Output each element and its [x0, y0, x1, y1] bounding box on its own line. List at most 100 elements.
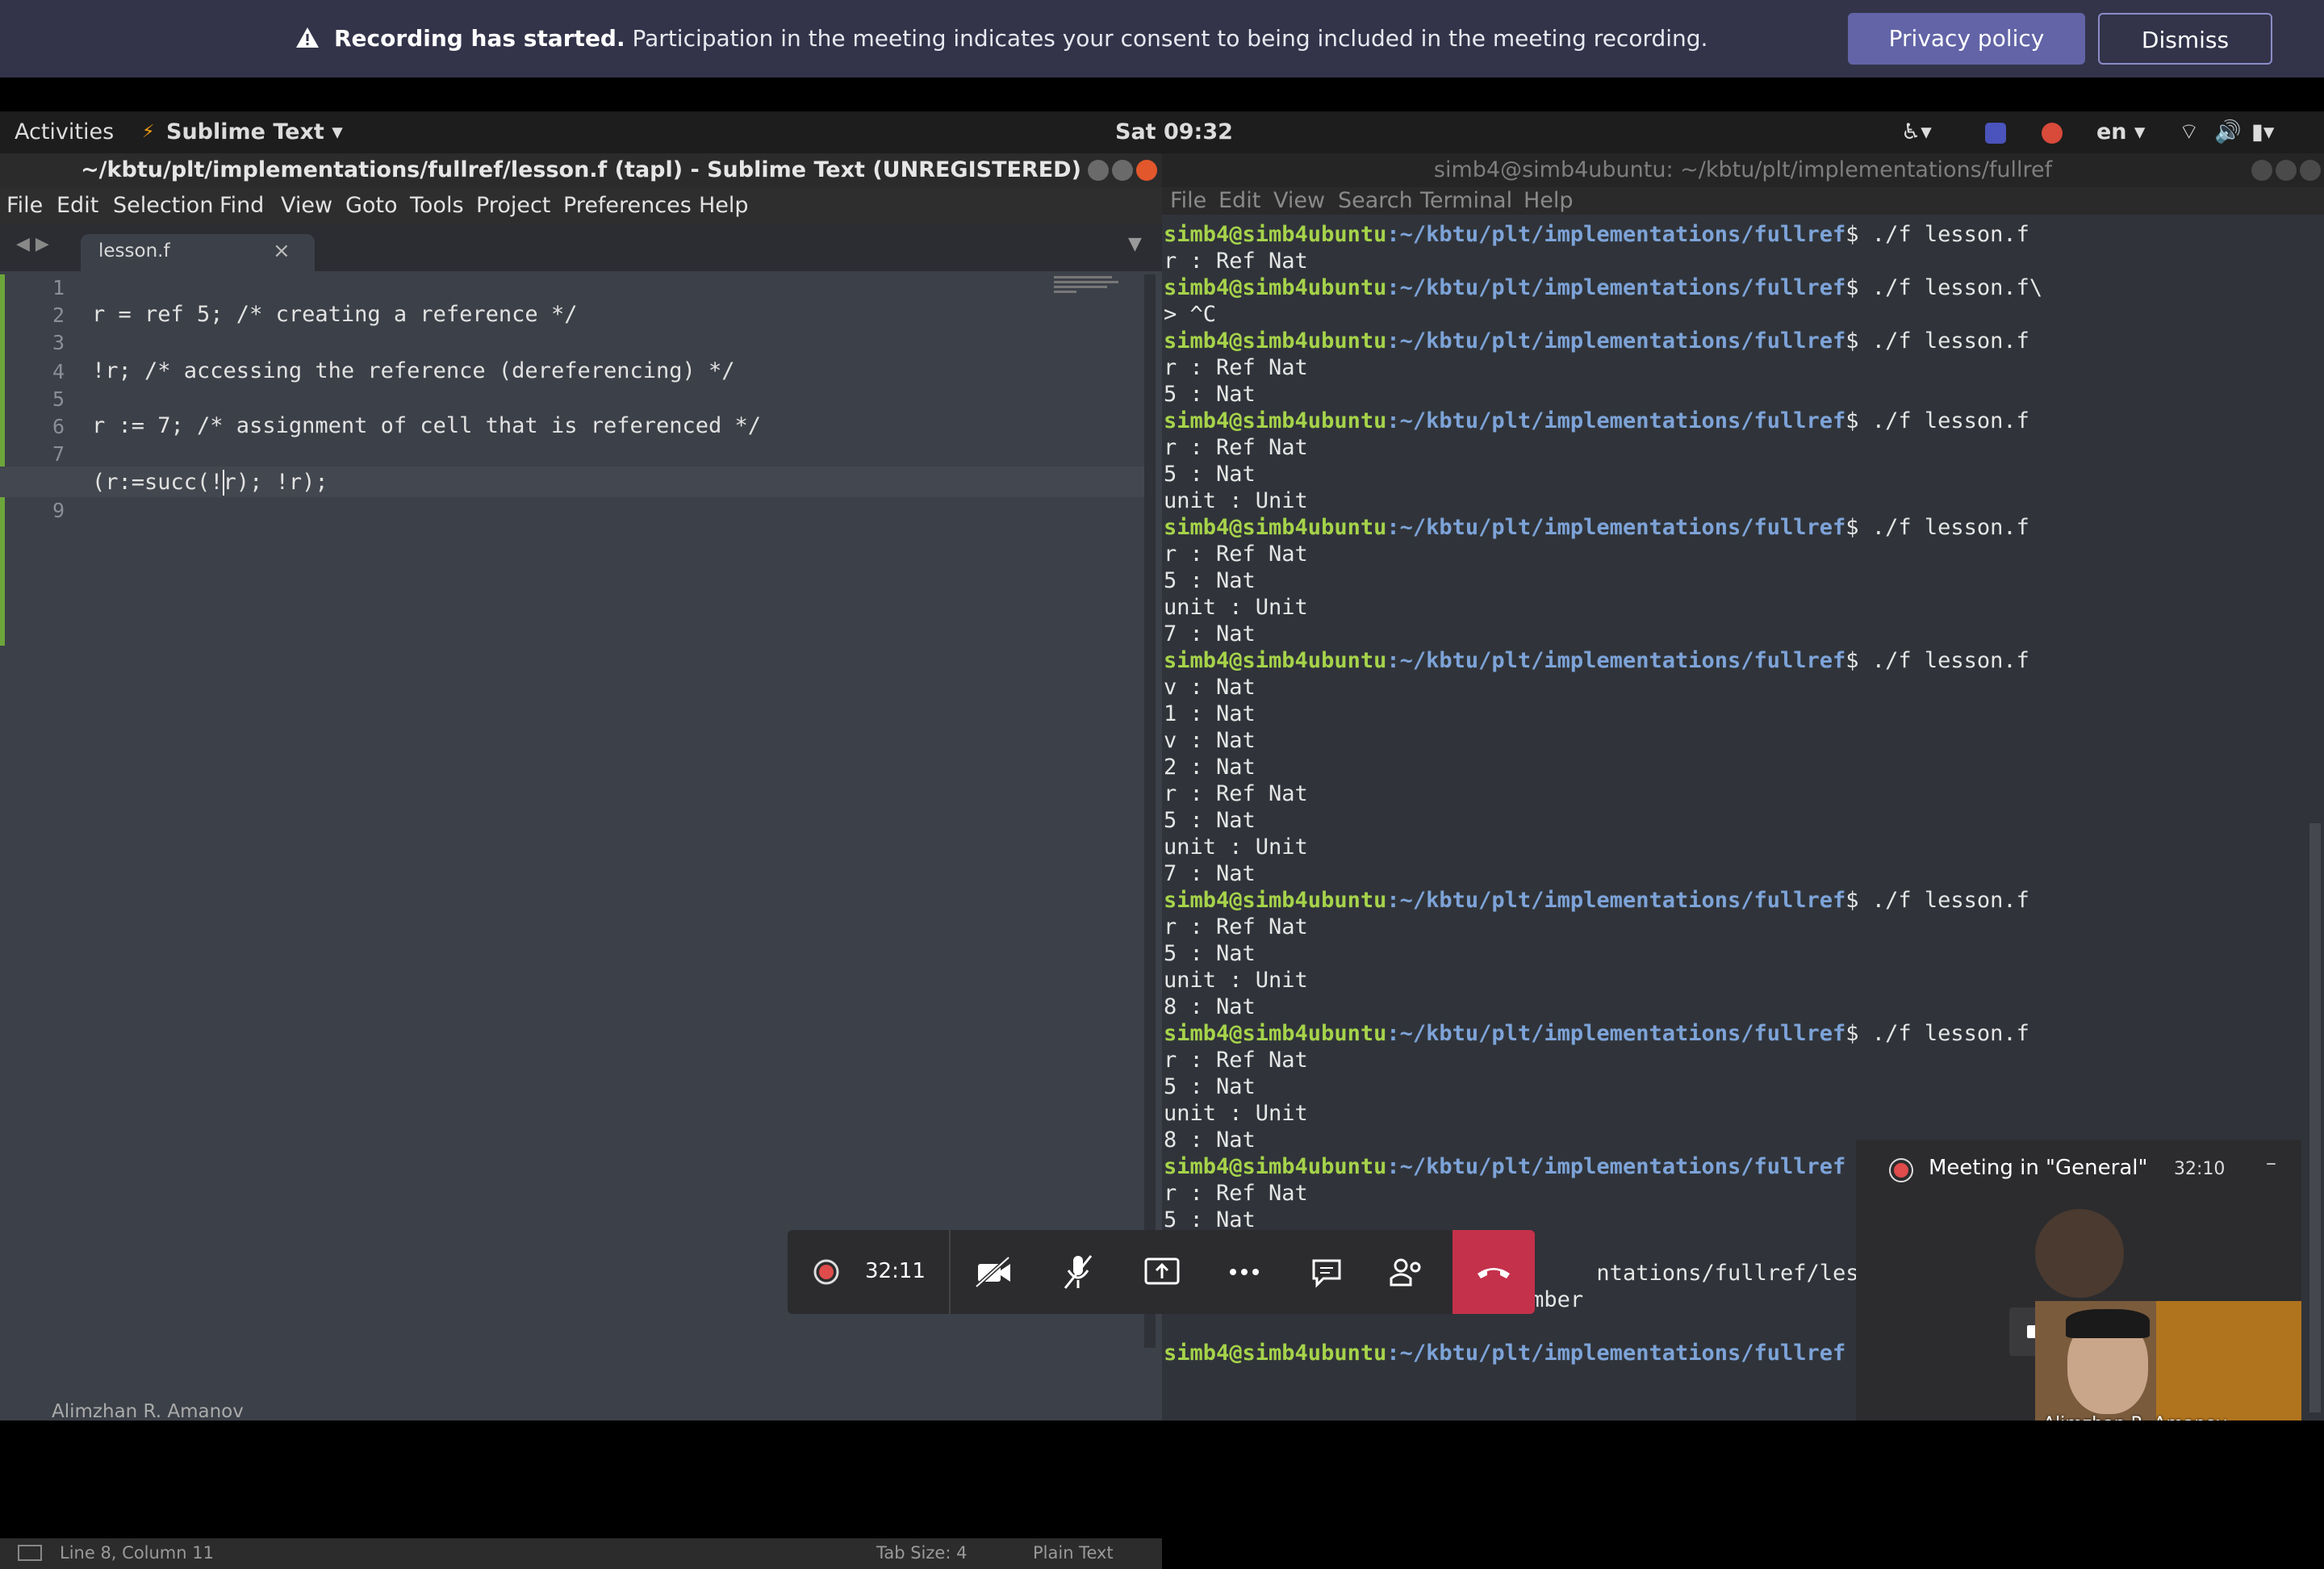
meeting-title: Meeting in "General"	[1929, 1156, 2148, 1180]
prompt-user: simb4@simb4ubuntu	[1164, 408, 1387, 433]
menu-tools[interactable]: Tools	[410, 192, 464, 220]
terminal-title-bar: simb4@simb4ubuntu: ~/kbtu/plt/implementa…	[1162, 153, 2324, 187]
participants-icon[interactable]	[1381, 1246, 1433, 1298]
wifi-icon[interactable]: ⌔	[2179, 119, 2199, 145]
prompt-path: :~/kbtu/plt/implementations/fullref	[1386, 1021, 1846, 1046]
terminal-output-line: r : Ref Nat	[1164, 249, 1308, 274]
minimize-icon[interactable]	[2251, 160, 2272, 181]
battery-icon[interactable]: ▮▾	[2251, 119, 2274, 145]
code-line[interactable]: r := 7; /* assignment of cell that is re…	[92, 413, 761, 438]
prompt-user: simb4@simb4ubuntu	[1164, 1341, 1387, 1366]
git-gutter-marker	[0, 274, 5, 646]
tab-dropdown-icon[interactable]: ▼	[1128, 234, 1142, 254]
minimap-line	[1054, 276, 1112, 278]
close-icon[interactable]	[1136, 160, 1157, 181]
volume-icon[interactable]: 🔊	[2214, 119, 2242, 145]
meeting-mini-window: Meeting in "General" 32:10 – Alimzhan R.…	[1856, 1140, 2301, 1438]
call-control-bar: 32:11	[788, 1230, 1535, 1314]
dismiss-button[interactable]: Dismiss	[2098, 13, 2272, 65]
share-screen-icon[interactable]	[1136, 1246, 1188, 1298]
close-icon[interactable]	[2300, 160, 2321, 181]
tab-size[interactable]: Tab Size: 4	[876, 1543, 967, 1563]
code-line[interactable]: !r; /* accessing the reference (derefere…	[92, 358, 735, 383]
menu-help[interactable]: Help	[699, 192, 749, 220]
line-number: 5	[52, 387, 65, 411]
menu-file[interactable]: File	[1170, 187, 1206, 215]
menu-project[interactable]: Project	[476, 192, 550, 220]
tab-nav-arrows-icon[interactable]: ◀ ▶	[16, 234, 49, 254]
more-options-icon[interactable]	[1218, 1246, 1270, 1298]
terminal-scrollbar[interactable]	[2309, 823, 2321, 1412]
minimize-icon[interactable]: –	[2266, 1151, 2276, 1175]
tab-close-icon[interactable]: ×	[273, 239, 290, 263]
chrome-tray-icon[interactable]	[2042, 123, 2063, 144]
microphone-off-icon[interactable]	[1052, 1246, 1104, 1298]
text-cursor	[223, 470, 224, 496]
menu-find[interactable]: Find	[219, 192, 264, 220]
vertical-scrollbar[interactable]	[1144, 274, 1156, 1348]
clock[interactable]: Sat 09:32	[1115, 119, 1233, 145]
prompt-command: $ ./f lesson.f	[1845, 648, 2029, 673]
prompt-user: simb4@simb4ubuntu	[1164, 888, 1387, 913]
terminal-output-line: r : Ref Nat	[1164, 781, 1308, 806]
menu-preferences[interactable]: Preferences	[563, 192, 692, 220]
teams-tray-icon[interactable]	[1985, 123, 2006, 144]
accessibility-icon[interactable]: ♿▾	[1901, 119, 1932, 145]
prompt-path: :~/kbtu/plt/implementations/fullref	[1386, 888, 1846, 913]
menu-edit[interactable]: Edit	[56, 192, 98, 220]
activities-button[interactable]: Activities	[15, 119, 114, 145]
meeting-timer: 32:10	[2174, 1159, 2226, 1179]
recording-indicator-icon	[813, 1259, 839, 1285]
call-timer: 32:11	[865, 1259, 926, 1283]
sublime-title-bar: ~/kbtu/plt/implementations/fullref/lesso…	[0, 153, 1162, 187]
terminal-output-line: r : Ref Nat	[1164, 1181, 1308, 1206]
banner-text: Participation in the meeting indicates y…	[632, 25, 1708, 52]
maximize-icon[interactable]	[2276, 160, 2297, 181]
panel-toggle-icon[interactable]	[18, 1545, 42, 1561]
terminal-output-line: v : Nat	[1164, 728, 1256, 753]
maximize-icon[interactable]	[1112, 160, 1133, 181]
menu-search[interactable]: Search	[1338, 187, 1413, 215]
prompt-command: $ ./f lesson.f	[1845, 515, 2029, 540]
hang-up-button[interactable]	[1452, 1230, 1535, 1314]
prompt-user: simb4@simb4ubuntu	[1164, 648, 1387, 673]
chat-icon[interactable]	[1301, 1246, 1352, 1298]
code-line[interactable]: r = ref 5; /* creating a reference */	[92, 302, 577, 327]
banner-bold: Recording has started.	[334, 25, 625, 52]
menu-terminal[interactable]: Terminal	[1420, 187, 1512, 215]
participant-video: Alimzhan R. Amanov	[2035, 1301, 2301, 1438]
terminal-output-line: 5 : Nat	[1164, 808, 1256, 833]
menu-view[interactable]: View	[1273, 187, 1325, 215]
app-menu-button[interactable]: Sublime Text ▾	[166, 119, 343, 145]
minimize-icon[interactable]	[1088, 160, 1109, 181]
language-indicator[interactable]: en ▾	[2096, 119, 2146, 145]
terminal-output-line: 8 : Nat	[1164, 1128, 1256, 1153]
menu-help[interactable]: Help	[1524, 187, 1574, 215]
terminal-prompt-line: simb4@simb4ubuntu:~/kbtu/plt/implementat…	[1164, 887, 2029, 914]
prompt-command: $ ./f lesson.f	[1845, 222, 2029, 247]
prompt-path: :~/kbtu/plt/implementations/fullref	[1386, 408, 1846, 433]
terminal-output-line: v : Nat	[1164, 675, 1256, 700]
syntax-mode[interactable]: Plain Text	[1033, 1543, 1114, 1563]
privacy-policy-button[interactable]: Privacy policy	[1848, 13, 2085, 65]
terminal-prompt-line: simb4@simb4ubuntu:~/kbtu/plt/implementat…	[1164, 408, 2029, 434]
divider	[949, 1230, 951, 1314]
prompt-user: simb4@simb4ubuntu	[1164, 328, 1387, 354]
prompt-command: $ ./f lesson.f	[1845, 328, 2029, 354]
prompt-path: :~/kbtu/plt/implementations/fullref	[1386, 328, 1846, 354]
camera-off-icon[interactable]	[968, 1246, 1020, 1298]
prompt-user: simb4@simb4ubuntu	[1164, 515, 1387, 540]
code-line[interactable]: (r:=succ(!r); !r);	[92, 470, 328, 495]
minimap-line	[1054, 291, 1076, 293]
menu-view[interactable]: View	[281, 192, 332, 220]
phone-hangup-icon	[1478, 1268, 1510, 1278]
menu-goto[interactable]: Goto	[345, 192, 398, 220]
menu-file[interactable]: File	[6, 192, 43, 220]
prompt-path: :~/kbtu/plt/implementations/fullref	[1386, 515, 1846, 540]
menu-selection[interactable]: Selection	[113, 192, 213, 220]
warning-icon	[296, 27, 319, 48]
terminal-output-line: 1 : Nat	[1164, 701, 1256, 726]
menu-edit[interactable]: Edit	[1218, 187, 1260, 215]
terminal-output-line: 7 : Nat	[1164, 861, 1256, 886]
line-number: 6	[52, 415, 65, 438]
